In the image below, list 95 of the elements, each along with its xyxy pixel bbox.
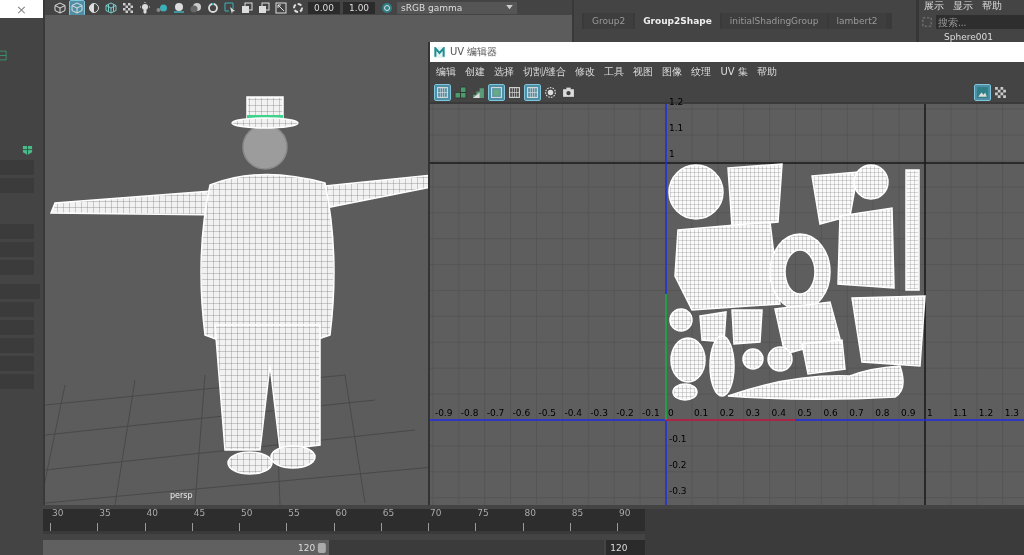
menu-item[interactable]: 创建 <box>465 65 485 79</box>
axis-label: 0.7 <box>849 408 864 418</box>
axis-label: 1 <box>927 408 933 418</box>
axis-label: -0.7 <box>486 408 505 418</box>
close-button[interactable]: × <box>16 2 27 16</box>
attribute-tab[interactable]: lambert2 <box>828 13 886 29</box>
search-field[interactable]: 搜索... <box>936 15 1024 29</box>
axis-label: 0.8 <box>875 408 890 418</box>
aperture-icon[interactable] <box>291 0 305 15</box>
wire-cube-icon[interactable] <box>104 0 118 15</box>
menu-item[interactable]: 工具 <box>604 65 625 79</box>
frame-number: 30 <box>52 508 64 519</box>
axis-label: 1.2 <box>669 97 684 108</box>
range-fill[interactable] <box>43 540 330 555</box>
sphere-icon[interactable] <box>172 0 186 15</box>
frame-number: 90 <box>619 508 631 519</box>
frame-number: 75 <box>477 508 489 519</box>
menu-item[interactable]: 帮助 <box>756 65 777 79</box>
spheres-icon[interactable] <box>189 0 203 15</box>
axis-label: -0.1 <box>642 408 660 418</box>
axis-label: -0.5 <box>538 408 557 418</box>
selection-icon[interactable] <box>223 0 237 15</box>
squares-icon[interactable] <box>240 0 254 15</box>
axis-label: 0.1 <box>693 408 709 418</box>
app-icon <box>434 46 445 58</box>
frame-number: 35 <box>99 508 111 519</box>
menu-item[interactable]: 图像 <box>662 65 683 79</box>
caret-icon[interactable] <box>506 5 514 10</box>
frame-number: 85 <box>571 508 584 519</box>
axis-label: -0.3 <box>590 408 608 418</box>
range-end-label: 120 <box>298 542 316 553</box>
image-icon[interactable] <box>975 84 990 100</box>
menu-item[interactable]: UV 集 <box>720 65 748 79</box>
menu-item[interactable]: 展示 <box>924 0 944 13</box>
axis-label: 0.3 <box>745 408 760 418</box>
axis-label: -0.8 <box>460 408 479 418</box>
frame-number: 80 <box>524 508 536 519</box>
axis-label: 0.5 <box>797 408 812 418</box>
axis-label: 1.3 <box>1004 408 1019 418</box>
axis-label: 1.2 <box>978 408 994 418</box>
axis-label: -0.3 <box>669 485 687 496</box>
menu-item[interactable]: 视图 <box>633 65 654 79</box>
frame-number: 55 <box>288 508 300 519</box>
grid-icon[interactable] <box>507 84 522 100</box>
range-slider[interactable]: 120 <box>43 540 605 555</box>
axis-label: 0.4 <box>771 408 786 418</box>
menu-item[interactable]: 修改 <box>575 65 596 79</box>
ring-icon[interactable] <box>206 0 220 15</box>
squares-icon[interactable] <box>257 0 271 15</box>
exposure-field[interactable]: 0.00 <box>308 1 341 14</box>
frame-number: 45 <box>193 508 206 519</box>
window-title: UV 编辑器 <box>450 45 498 59</box>
axis-label: -0.9 <box>434 408 453 418</box>
axis-label: 0.2 <box>719 408 735 418</box>
circle-icon[interactable] <box>543 84 558 100</box>
frame-number: 50 <box>241 508 253 519</box>
gamma-field[interactable]: 1.00 <box>343 1 376 14</box>
menu-item[interactable]: 纹理 <box>691 65 712 79</box>
axis-label: 0 <box>668 408 674 418</box>
menu-item[interactable]: 切割/缝合 <box>523 65 567 79</box>
menu-item[interactable]: 选择 <box>494 65 514 79</box>
frame-number: 65 <box>382 508 395 519</box>
frame-number: 60 <box>335 508 347 519</box>
frame-number: 40 <box>146 508 158 519</box>
attribute-tab[interactable]: Group2Shape <box>635 13 720 29</box>
axis-label: 1.1 <box>952 408 968 418</box>
resize-icon[interactable] <box>274 0 288 15</box>
axis-label: -0.2 <box>669 459 687 470</box>
axis-label: -0.2 <box>616 408 634 418</box>
axis-label: 0.9 <box>901 408 916 418</box>
bulb-icon[interactable] <box>138 0 152 15</box>
range-handle[interactable] <box>318 542 327 553</box>
shield-icon[interactable] <box>22 145 33 156</box>
checker-icon[interactable] <box>121 0 135 15</box>
axis-label: -0.6 <box>512 408 531 418</box>
color-space-dropdown[interactable]: sRGB gamma <box>397 1 518 14</box>
axis-label: -0.4 <box>564 408 582 418</box>
end-frame-field[interactable]: 120 <box>606 540 645 555</box>
color-management-icon[interactable] <box>380 0 395 15</box>
outliner-item[interactable]: Sphere001 <box>922 31 1024 43</box>
axis-label: 0.6 <box>823 408 838 418</box>
camera-label: persp <box>170 491 193 500</box>
menu-item[interactable]: 编辑 <box>436 65 456 79</box>
blocks-icon[interactable] <box>453 84 468 100</box>
menu-item[interactable]: 显示 <box>953 0 973 13</box>
attribute-tab[interactable]: Group2 <box>584 13 634 29</box>
frame-number: 70 <box>430 508 442 519</box>
axis-label: 1.1 <box>669 123 684 134</box>
checker-icon[interactable] <box>993 84 1008 100</box>
attribute-tab[interactable]: initialShadingGroup <box>721 13 827 29</box>
axis-label: -0.1 <box>669 433 687 444</box>
axis-label: 1 <box>669 149 675 159</box>
menu-item[interactable]: 帮助 <box>982 0 1002 13</box>
cube-icon[interactable] <box>53 0 67 15</box>
half-circle-icon[interactable] <box>87 0 101 15</box>
